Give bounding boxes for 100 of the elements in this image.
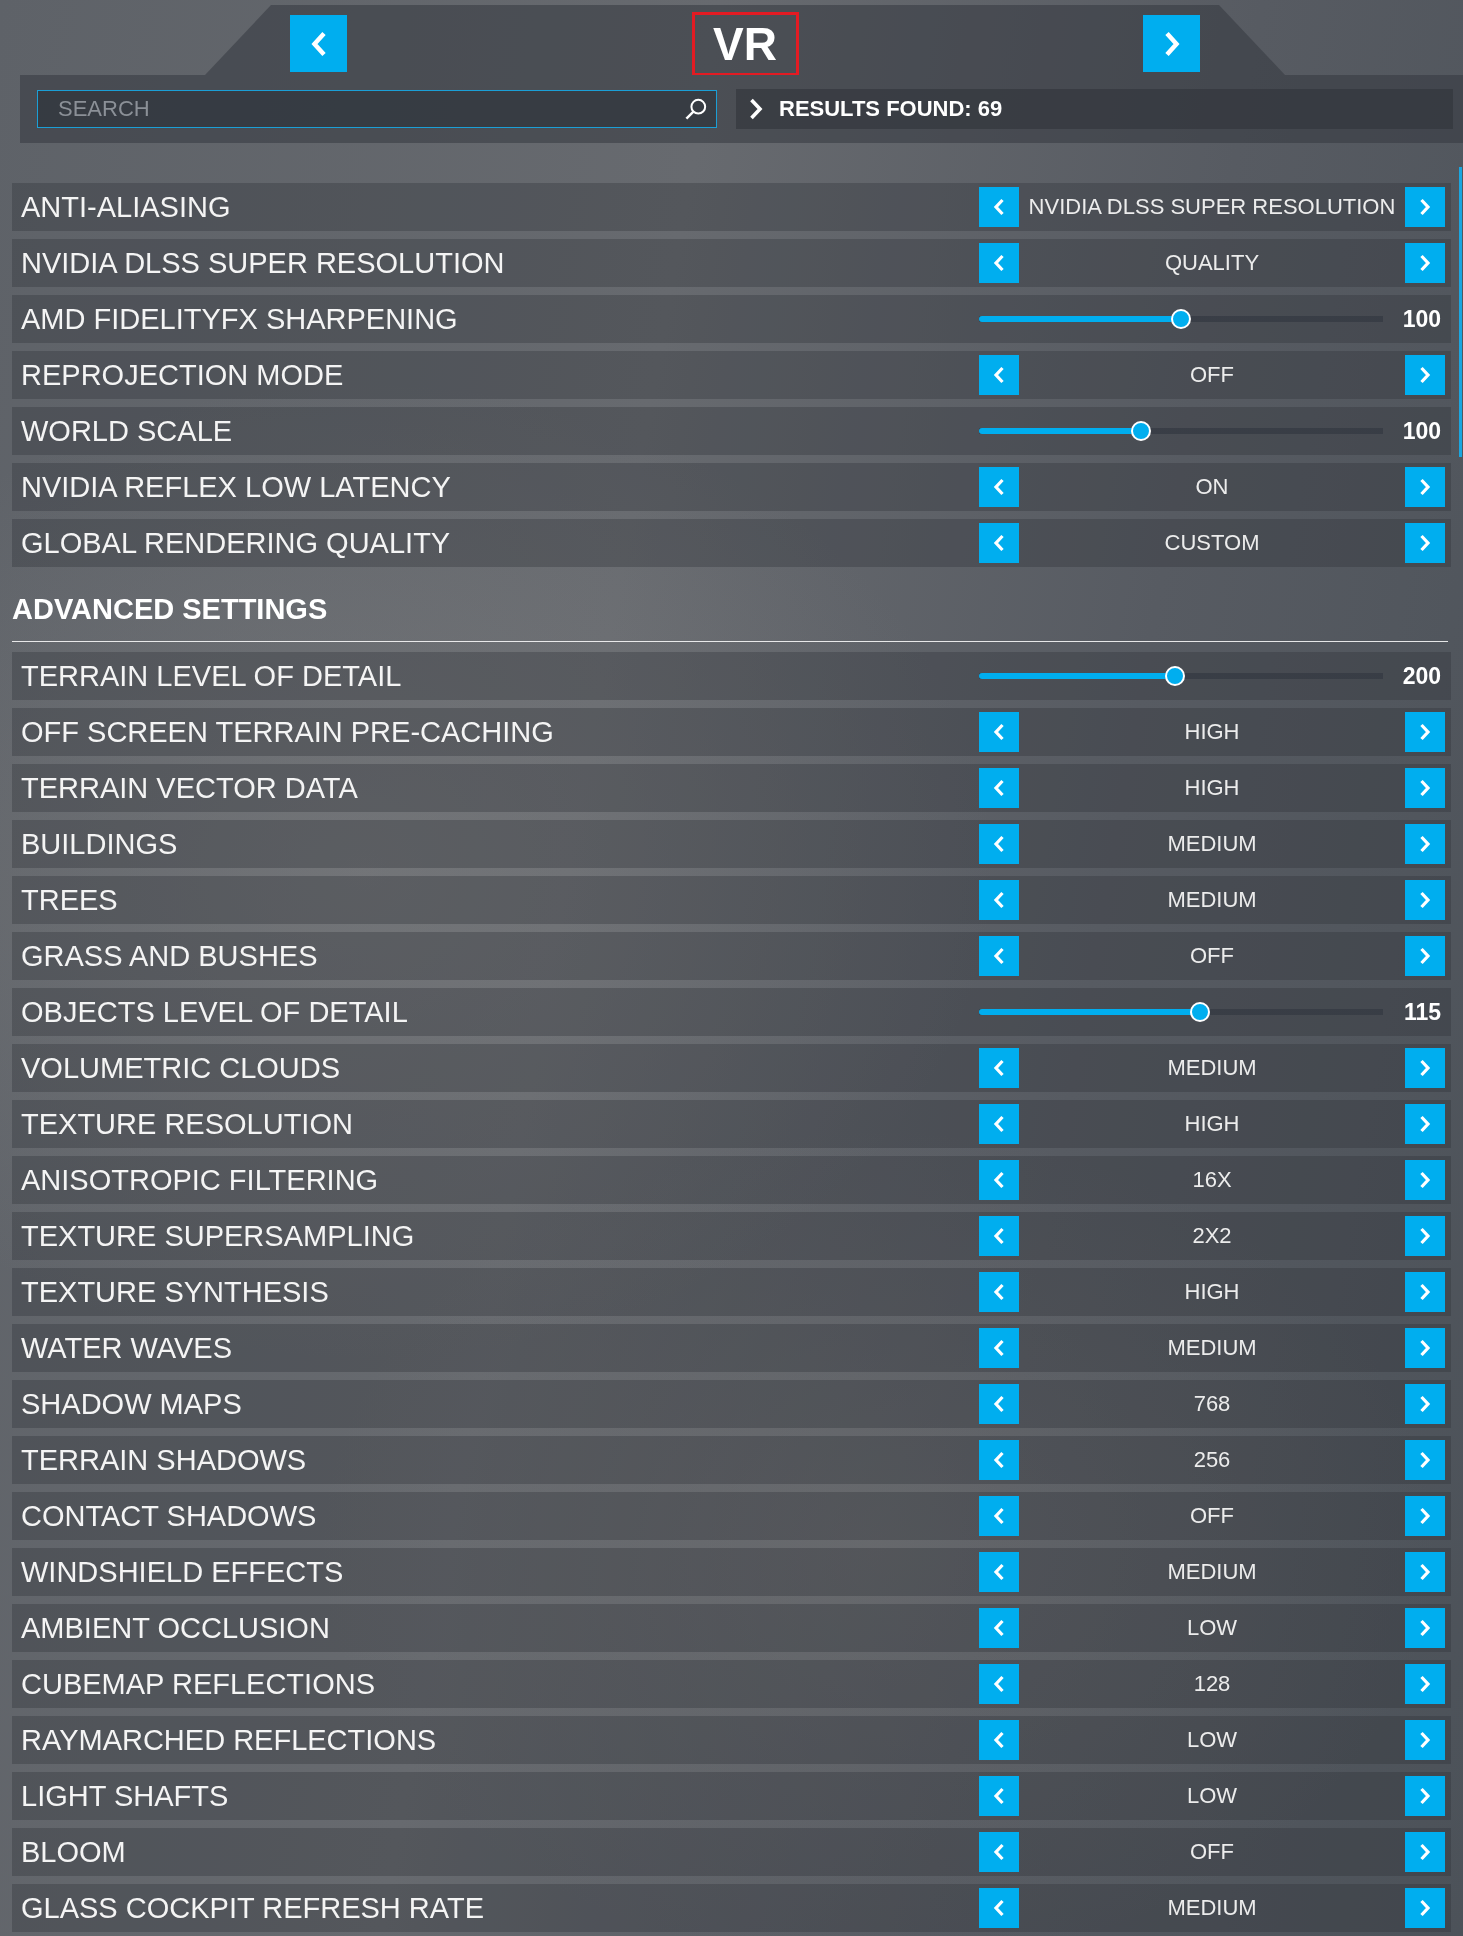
- previous-option-button[interactable]: [979, 712, 1019, 752]
- setting-value: 256: [1193, 1447, 1231, 1473]
- setting-value: 128: [1193, 1671, 1231, 1697]
- setting-label: GLOBAL RENDERING QUALITY: [21, 526, 451, 560]
- setting-label: REPROJECTION MODE: [21, 358, 344, 392]
- next-option-button[interactable]: [1405, 1384, 1445, 1424]
- previous-option-button[interactable]: [979, 1664, 1019, 1704]
- previous-option-button[interactable]: [979, 1440, 1019, 1480]
- next-option-button[interactable]: [1405, 1104, 1445, 1144]
- setting-label: CONTACT SHADOWS: [21, 1499, 317, 1533]
- slider-thumb[interactable]: [1171, 309, 1191, 329]
- slider-value: 200: [1402, 662, 1441, 690]
- setting-value: HIGH: [1184, 719, 1240, 745]
- previous-option-button[interactable]: [979, 1832, 1019, 1872]
- setting-label: TERRAIN VECTOR DATA: [21, 771, 358, 805]
- chevron-right-icon: [1419, 478, 1431, 496]
- previous-option-button[interactable]: [979, 1720, 1019, 1760]
- previous-option-button[interactable]: [979, 880, 1019, 920]
- next-option-button[interactable]: [1405, 1216, 1445, 1256]
- next-option-button[interactable]: [1405, 187, 1445, 227]
- chevron-left-icon: [993, 1619, 1005, 1637]
- next-option-button[interactable]: [1405, 880, 1445, 920]
- next-page-button[interactable]: [1143, 15, 1200, 72]
- previous-option-button[interactable]: [979, 187, 1019, 227]
- chevron-left-icon: [993, 534, 1005, 552]
- next-option-button[interactable]: [1405, 467, 1445, 507]
- next-option-button[interactable]: [1405, 936, 1445, 976]
- next-option-button[interactable]: [1405, 1552, 1445, 1592]
- next-option-button[interactable]: [1405, 824, 1445, 864]
- chevron-left-icon: [993, 1675, 1005, 1693]
- chevron-left-icon: [993, 1395, 1005, 1413]
- chevron-right-icon: [1419, 1563, 1431, 1581]
- setting-value: CUSTOM: [1164, 530, 1260, 556]
- next-option-button[interactable]: [1405, 523, 1445, 563]
- setting-value: OFF: [1190, 1839, 1234, 1865]
- next-option-button[interactable]: [1405, 355, 1445, 395]
- setting-value: MEDIUM: [1167, 831, 1257, 857]
- next-option-button[interactable]: [1405, 712, 1445, 752]
- previous-option-button[interactable]: [979, 355, 1019, 395]
- chevron-left-icon: [993, 1899, 1005, 1917]
- previous-option-button[interactable]: [979, 467, 1019, 507]
- setting-value: MEDIUM: [1167, 1895, 1257, 1921]
- previous-option-button[interactable]: [979, 1328, 1019, 1368]
- next-option-button[interactable]: [1405, 1440, 1445, 1480]
- previous-option-button[interactable]: [979, 824, 1019, 864]
- previous-option-button[interactable]: [979, 1272, 1019, 1312]
- next-option-button[interactable]: [1405, 1776, 1445, 1816]
- next-option-button[interactable]: [1405, 1664, 1445, 1704]
- setting-value: LOW: [1186, 1783, 1238, 1809]
- scrollbar-thumb[interactable]: [1459, 167, 1462, 457]
- search-icon[interactable]: [685, 98, 707, 120]
- previous-option-button[interactable]: [979, 1552, 1019, 1592]
- previous-option-button[interactable]: [979, 1496, 1019, 1536]
- setting-value: ON: [1195, 474, 1229, 500]
- chevron-left-icon: [993, 835, 1005, 853]
- chevron-right-icon: [1163, 30, 1180, 57]
- previous-option-button[interactable]: [979, 1048, 1019, 1088]
- chevron-left-icon: [993, 198, 1005, 216]
- previous-page-button[interactable]: [290, 15, 347, 72]
- chevron-right-icon: [1419, 366, 1431, 384]
- previous-option-button[interactable]: [979, 936, 1019, 976]
- chevron-right-icon: [1419, 1731, 1431, 1749]
- previous-option-button[interactable]: [979, 523, 1019, 563]
- chevron-right-icon: [1419, 1507, 1431, 1525]
- chevron-right-icon: [1419, 198, 1431, 216]
- next-option-button[interactable]: [1405, 1496, 1445, 1536]
- slider-thumb[interactable]: [1164, 666, 1185, 686]
- setting-value: 16X: [1192, 1167, 1232, 1193]
- previous-option-button[interactable]: [979, 243, 1019, 283]
- previous-option-button[interactable]: [979, 1160, 1019, 1200]
- next-option-button[interactable]: [1405, 1160, 1445, 1200]
- chevron-right-icon: [1419, 1115, 1431, 1133]
- chevron-left-icon: [993, 723, 1005, 741]
- next-option-button[interactable]: [1405, 1048, 1445, 1088]
- search-field[interactable]: SEARCH: [37, 90, 717, 128]
- previous-option-button[interactable]: [979, 1776, 1019, 1816]
- next-option-button[interactable]: [1405, 1832, 1445, 1872]
- previous-option-button[interactable]: [979, 1608, 1019, 1648]
- setting-label: BUILDINGS: [21, 827, 178, 861]
- slider-thumb[interactable]: [1130, 421, 1151, 441]
- chevron-right-icon: [1419, 723, 1431, 741]
- previous-option-button[interactable]: [979, 1104, 1019, 1144]
- chevron-right-icon: [1419, 1339, 1431, 1357]
- previous-option-button[interactable]: [979, 768, 1019, 808]
- slider-thumb[interactable]: [1190, 1002, 1210, 1022]
- chevron-left-icon: [993, 1171, 1005, 1189]
- next-option-button[interactable]: [1405, 1720, 1445, 1760]
- setting-label: AMBIENT OCCLUSION: [21, 1611, 330, 1645]
- next-option-button[interactable]: [1405, 1272, 1445, 1312]
- next-option-button[interactable]: [1405, 1328, 1445, 1368]
- previous-option-button[interactable]: [979, 1216, 1019, 1256]
- next-option-button[interactable]: [1405, 768, 1445, 808]
- chevron-left-icon: [993, 366, 1005, 384]
- next-option-button[interactable]: [1405, 243, 1445, 283]
- next-option-button[interactable]: [1405, 1888, 1445, 1928]
- previous-option-button[interactable]: [979, 1384, 1019, 1424]
- chevron-right-icon: [1419, 1171, 1431, 1189]
- next-option-button[interactable]: [1405, 1608, 1445, 1648]
- chevron-left-icon: [993, 1227, 1005, 1245]
- previous-option-button[interactable]: [979, 1888, 1019, 1928]
